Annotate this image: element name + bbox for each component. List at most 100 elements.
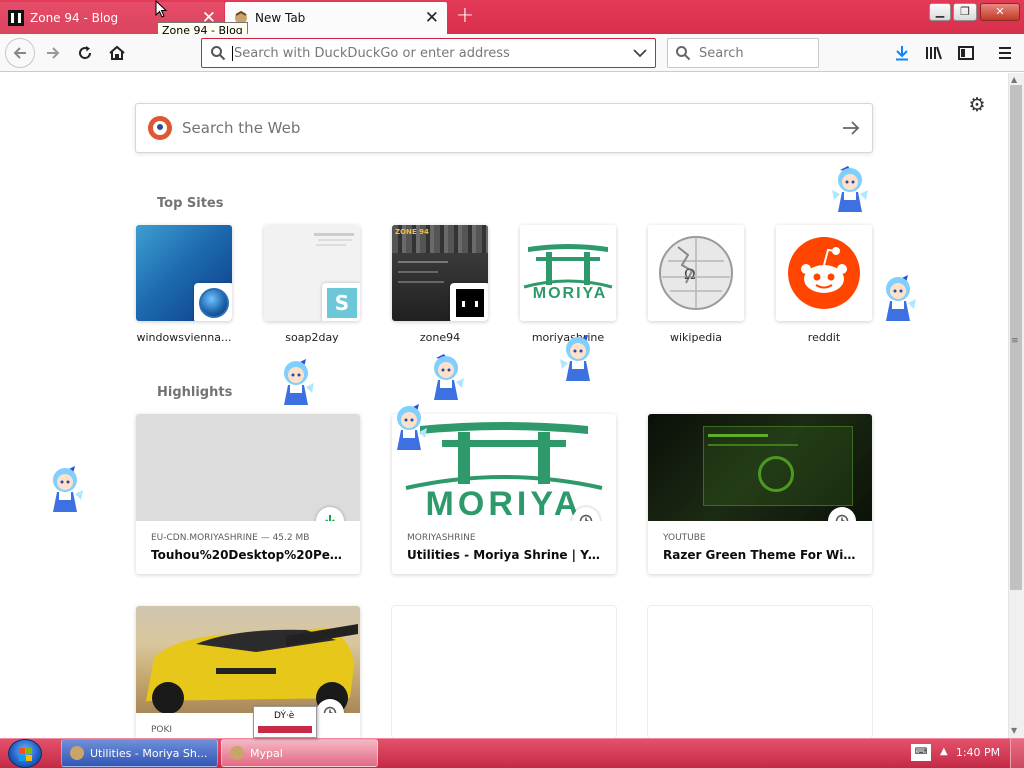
duckduckgo-logo-icon: [148, 116, 172, 140]
highlight-image: [648, 414, 872, 521]
windows-logo-icon: [19, 748, 32, 761]
forward-button[interactable]: [38, 38, 68, 68]
arrow-right-icon[interactable]: [842, 120, 860, 136]
highlight-placeholder: [648, 606, 872, 738]
rally-car-icon: [146, 624, 358, 713]
start-button[interactable]: [8, 739, 42, 768]
tab-title: New Tab: [255, 11, 306, 25]
top-site-soap2day[interactable]: S: [264, 225, 360, 321]
top-site-label: reddit: [807, 331, 841, 344]
svg-text:MORIYA: MORIYA: [533, 285, 608, 302]
mouse-cursor-icon: [155, 0, 167, 18]
highlight-card[interactable]: YOUTUBE Razer Green Theme For Windo...: [648, 414, 872, 574]
sidebar-icon: [958, 46, 974, 60]
taskbar-item-label: Mypal: [250, 746, 283, 760]
clock-icon: [828, 507, 856, 521]
grip-icon: ≡: [1011, 336, 1019, 346]
scroll-down-icon[interactable]: ▼: [1011, 726, 1017, 735]
reddit-logo-icon: [788, 237, 860, 309]
highlight-title: Utilities - Moriya Shrine | Your r...: [407, 548, 601, 562]
keyboard-icon[interactable]: ⌨: [911, 744, 931, 761]
zone94-favicon-icon: [8, 10, 24, 26]
top-site-label: wikipedia: [669, 331, 722, 344]
desktop-pet-sprite[interactable]: [276, 357, 316, 411]
windowsvienna-icon: [194, 283, 232, 321]
desktop-pet-sprite[interactable]: [830, 164, 870, 218]
maximize-button[interactable]: ❐: [953, 3, 977, 21]
taskbar-popup: DÝ·è: [253, 706, 317, 738]
taskbar-item-moriya[interactable]: Utilities - Moriya Sh...: [61, 739, 218, 767]
top-site-windowsvienna[interactable]: [136, 225, 232, 321]
moriya-torii-icon: MORIYA: [523, 244, 613, 302]
chevron-down-icon[interactable]: [633, 48, 647, 58]
highlight-source: MORIYASHRINE: [407, 533, 476, 543]
highlight-placeholder: [392, 606, 616, 738]
gear-icon[interactable]: ⚙: [966, 94, 988, 116]
wikipedia-globe-icon: Ω: [659, 236, 733, 310]
web-search-placeholder: Search the Web: [182, 119, 301, 137]
close-window-button[interactable]: ✕: [980, 3, 1020, 21]
highlight-source: EU-CDN.MORIYASHRINE — 45.2 MB: [151, 533, 310, 543]
taskbar-item-label: Utilities - Moriya Sh...: [90, 746, 208, 760]
highlight-card[interactable]: POKI: [136, 606, 360, 738]
top-site-moriyashrine[interactable]: MORIYA: [520, 225, 616, 321]
text-caret: [232, 45, 233, 61]
search-icon: [211, 46, 226, 61]
highlight-image: [136, 606, 360, 713]
highlight-title: Touhou%20Desktop%20Pets.zip: [151, 548, 345, 562]
tab-title: Zone 94 - Blog: [30, 11, 119, 25]
reload-icon: [79, 46, 92, 59]
downloads-button[interactable]: [887, 38, 917, 68]
soap2day-icon: S: [322, 283, 360, 321]
highlight-title: Razer Green Theme For Windo...: [663, 548, 857, 562]
tray-expand-icon[interactable]: ▲: [940, 746, 948, 757]
close-tab-icon[interactable]: ✕: [425, 10, 439, 27]
menu-button[interactable]: [990, 38, 1020, 68]
web-search-box[interactable]: Search the Web: [135, 103, 873, 153]
tab-new-tab[interactable]: New Tab ✕: [225, 2, 447, 34]
search-bar[interactable]: Search: [667, 38, 819, 68]
library-button[interactable]: [919, 38, 949, 68]
back-button[interactable]: [5, 38, 35, 68]
highlight-card[interactable]: EU-CDN.MORIYASHRINE — 45.2 MB Touhou%20D…: [136, 414, 360, 574]
top-site-zone94[interactable]: ZONE 94: [392, 225, 488, 321]
zone94-icon: [450, 283, 488, 321]
address-bar[interactable]: Search with DuckDuckGo or enter address: [201, 38, 656, 68]
back-arrow-icon: [13, 47, 26, 59]
top-site-reddit[interactable]: [776, 225, 872, 321]
top-site-label: soap2day: [285, 331, 339, 344]
desktop-pet-sprite[interactable]: [45, 464, 85, 518]
desktop-pet-sprite[interactable]: [426, 352, 466, 406]
highlight-image: [136, 414, 360, 521]
top-site-label: zone94: [419, 331, 461, 344]
popup-text: DÝ·è: [274, 711, 295, 721]
minimize-button[interactable]: ▁: [929, 3, 951, 21]
scroll-up-icon[interactable]: ▲: [1011, 75, 1017, 84]
download-icon: [316, 507, 344, 521]
popup-bar: [258, 726, 312, 733]
svg-text:Ω: Ω: [684, 267, 696, 283]
address-placeholder: Search with DuckDuckGo or enter address: [234, 45, 510, 61]
svg-text:MORIYA: MORIYA: [426, 485, 583, 521]
forward-arrow-icon: [47, 47, 60, 59]
top-site-wikipedia[interactable]: Ω: [648, 225, 744, 321]
sidebar-toggle-button[interactable]: [951, 38, 981, 68]
home-button[interactable]: [102, 38, 132, 68]
desktop-pet-sprite[interactable]: [878, 273, 918, 327]
reload-button[interactable]: [70, 38, 100, 68]
search-placeholder: Search: [699, 45, 744, 61]
top-site-label: windowsvienna...: [136, 331, 232, 344]
top-sites-heading: Top Sites: [157, 196, 224, 211]
home-icon: [109, 45, 125, 60]
hamburger-menu-icon: [999, 47, 1011, 59]
highlight-source: YOUTUBE: [663, 533, 706, 543]
desktop-pet-sprite[interactable]: [558, 333, 598, 387]
taskbar-item-mypal[interactable]: Mypal: [221, 739, 378, 767]
taskbar-clock[interactable]: 1:40 PM: [955, 746, 1001, 759]
show-desktop-button[interactable]: [1010, 739, 1024, 768]
new-tab-button[interactable]: +: [452, 5, 478, 29]
download-icon: [896, 46, 908, 61]
desktop-pet-sprite[interactable]: [389, 402, 429, 456]
search-icon: [676, 46, 691, 61]
highlights-heading: Highlights: [157, 385, 233, 400]
